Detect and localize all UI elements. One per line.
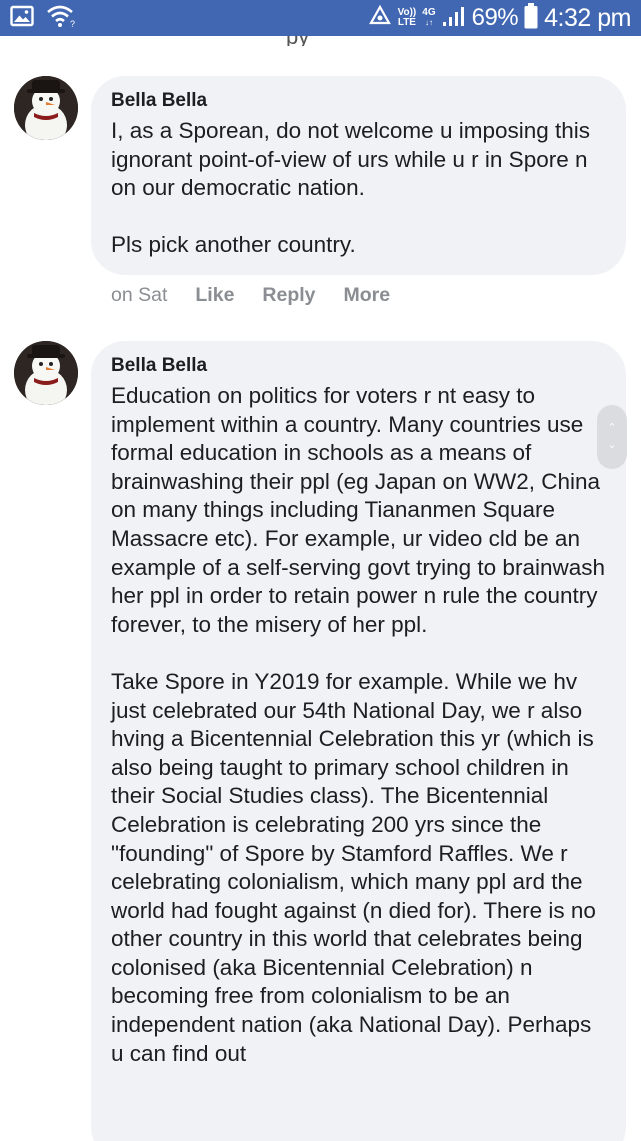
- status-bar: ? Vo)) LTE 4G ↓↑ 69% 4:32 pm: [0, 0, 641, 36]
- wifi-question-icon: ?: [46, 4, 76, 33]
- status-left-icons: ?: [10, 4, 76, 32]
- hotspot-icon: [368, 4, 392, 33]
- network-activity-label: ↓↑: [424, 18, 433, 27]
- comment-author[interactable]: Bella Bella: [111, 354, 606, 378]
- clock: 4:32 pm: [544, 3, 631, 32]
- scroll-handle-icon[interactable]: ⌃ ⌄: [597, 405, 627, 469]
- volte-bottom-label: LTE: [397, 17, 416, 28]
- chevron-down-icon: ⌄: [607, 439, 617, 451]
- comment-timestamp[interactable]: on Sat: [111, 284, 167, 307]
- battery-percent: 69%: [471, 4, 519, 31]
- image-icon: [10, 5, 34, 32]
- comment-bubble[interactable]: Bella Bella I, as a Sporean, do not welc…: [91, 76, 626, 275]
- previous-content-peek: py: [0, 36, 641, 46]
- network-indicator: 4G ↓↑: [422, 8, 435, 28]
- signal-bars-icon: [442, 4, 466, 33]
- status-right-icons: Vo)) LTE 4G ↓↑ 69% 4:32 pm: [368, 2, 631, 34]
- more-button[interactable]: More: [344, 284, 391, 307]
- comment-text: Education on politics for voters r nt ea…: [111, 383, 605, 1066]
- comment-text: I, as a Sporean, do not welcome u imposi…: [111, 118, 591, 258]
- svg-text:?: ?: [70, 19, 75, 28]
- snowman-avatar-icon: [14, 341, 78, 405]
- previous-text-fragment: py: [286, 36, 309, 46]
- battery-icon: [524, 2, 538, 34]
- facebook-comments-screen: ? Vo)) LTE 4G ↓↑ 69% 4:32 pm Bella Bella…: [0, 0, 641, 1141]
- comment-author[interactable]: Bella Bella: [111, 89, 606, 113]
- avatar[interactable]: [14, 76, 78, 140]
- snowman-avatar-icon: [14, 76, 78, 140]
- volte-indicator: Vo)) LTE: [398, 8, 417, 28]
- avatar[interactable]: [14, 341, 78, 405]
- like-button[interactable]: Like: [195, 284, 234, 307]
- reply-button[interactable]: Reply: [262, 284, 315, 307]
- comment-actions: on Sat Like Reply More: [111, 284, 418, 307]
- network-type-label: 4G: [422, 7, 436, 18]
- chevron-up-icon: ⌃: [607, 422, 617, 434]
- comment-bubble[interactable]: Bella Bella Education on politics for vo…: [91, 341, 626, 1141]
